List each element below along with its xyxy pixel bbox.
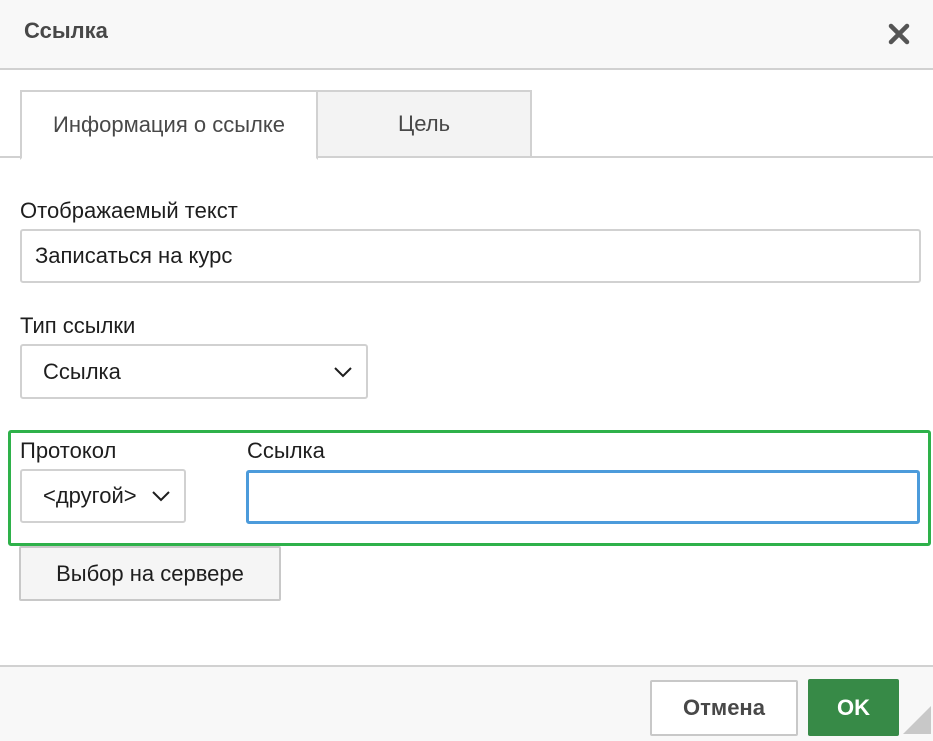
ok-label: OK (837, 694, 870, 720)
tab-link-info-label: Информация о ссылке (53, 112, 285, 137)
chevron-down-icon (334, 366, 352, 377)
protocol-value: <другой> (43, 483, 137, 508)
protocol-label: Протокол (20, 438, 117, 463)
resize-grip-icon[interactable] (903, 706, 931, 734)
browse-server-label: Выбор на сервере (56, 560, 244, 586)
browse-server-button[interactable]: Выбор на сервере (19, 546, 281, 601)
url-label: Ссылка (247, 438, 325, 463)
url-input[interactable] (246, 470, 920, 524)
cancel-button[interactable]: Отмена (650, 680, 798, 736)
cancel-label: Отмена (683, 695, 765, 720)
tab-target-label: Цель (397, 111, 451, 136)
link-dialog: Ссылка Информация о ссылке Цель Отобража… (0, 0, 933, 741)
link-type-value: Ссылка (43, 358, 121, 384)
ok-button[interactable]: OK (808, 679, 899, 736)
link-type-select[interactable]: Ссылка (20, 344, 368, 399)
dialog-titlebar: Ссылка (0, 0, 933, 70)
link-type-label: Тип ссылки (20, 313, 136, 338)
display-text-value: Записаться на курс (35, 243, 233, 268)
tabs-bar: Информация о ссылке Цель (0, 70, 933, 160)
protocol-select[interactable]: <другой> (20, 469, 186, 523)
display-text-input[interactable]: Записаться на курс (20, 229, 921, 283)
display-text-label: Отображаемый текст (20, 198, 238, 223)
tab-link-info[interactable]: Информация о ссылке (20, 90, 318, 160)
tab-target[interactable]: Цель (318, 90, 532, 158)
close-icon[interactable] (883, 18, 915, 50)
chevron-down-icon (152, 491, 170, 502)
dialog-title: Ссылка (24, 18, 108, 43)
